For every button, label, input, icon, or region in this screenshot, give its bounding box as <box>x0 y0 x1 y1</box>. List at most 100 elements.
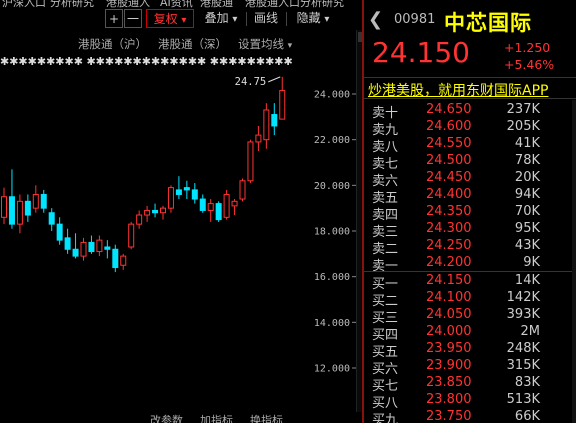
ask-volume: 20K <box>514 170 540 185</box>
candlestick-chart[interactable]: 24.000 22.000 20.000 18.000 16.000 14.000 12.0… <box>0 0 356 412</box>
ask-row: 卖十 24.650 237K <box>364 102 576 121</box>
y-tick-label: 16.000 <box>314 272 350 283</box>
ask-price: 24.650 <box>426 102 472 117</box>
kline-chart-panel[interactable]: 沪深入口 分析研究 港股通入 AI资讯 港股通 港股通入口 分析研究 + 一 复… <box>0 0 362 423</box>
ask-volume: 237K <box>506 102 540 117</box>
max-price-pointer <box>268 76 281 83</box>
y-tick-label: 24.000 <box>314 90 350 101</box>
ask-price: 24.350 <box>426 204 472 219</box>
candle-down[interactable] <box>215 203 222 221</box>
bid-price: 23.850 <box>426 375 472 390</box>
ask-price: 24.600 <box>426 119 472 134</box>
y-tick-label: 18.000 <box>314 227 350 238</box>
candle-up[interactable] <box>32 193 39 209</box>
ask-volume: 9K <box>523 255 540 270</box>
candle-down[interactable] <box>152 209 159 214</box>
bid-volume: 315K <box>506 358 540 373</box>
candle-up[interactable] <box>279 90 286 120</box>
candle-down[interactable] <box>8 196 15 225</box>
chevron-left-icon[interactable]: ❮ <box>368 9 383 30</box>
ask-row: 卖二 24.250 43K <box>364 238 576 257</box>
ask-price: 24.450 <box>426 170 472 185</box>
bid-price: 23.800 <box>426 392 472 407</box>
bid-volume: 142K <box>506 290 540 305</box>
ask-row: 卖一 24.200 9K <box>364 255 576 274</box>
ask-row: 卖七 24.500 78K <box>364 153 576 172</box>
candle-up[interactable] <box>96 239 103 253</box>
ask-volume: 95K <box>514 221 540 236</box>
candle-down[interactable] <box>40 193 47 209</box>
bid-row: 买三 24.050 393K <box>364 307 576 326</box>
candle-up[interactable] <box>247 141 254 182</box>
stock-code: 00981 <box>394 12 436 27</box>
candle-up[interactable] <box>255 134 262 143</box>
candle-up[interactable] <box>231 200 238 207</box>
candle-down[interactable] <box>112 248 119 269</box>
candle-up[interactable] <box>144 209 151 216</box>
candle-down[interactable] <box>88 241 95 253</box>
bid-label: 买九 <box>372 413 399 423</box>
promo-link[interactable]: 炒港美股，就用东财国际APP <box>368 80 548 100</box>
candle-down[interactable] <box>199 198 206 211</box>
bid-row: 买五 23.950 248K <box>364 341 576 360</box>
stock-app-window: 沪深入口 分析研究 港股通入 AI资讯 港股通 港股通入口 分析研究 + 一 复… <box>0 0 576 423</box>
candle-up[interactable] <box>128 223 135 248</box>
candle-down[interactable] <box>191 189 198 200</box>
candle-down[interactable] <box>183 187 190 191</box>
bid-volume: 393K <box>506 307 540 322</box>
candle-down[interactable] <box>24 200 31 216</box>
quote-panel: ❮ 00981 中芯国际 24.150 +1.250 +5.46% 炒港美股，就… <box>362 0 576 423</box>
ask-price: 24.400 <box>426 187 472 202</box>
ask-volume: 205K <box>506 119 540 134</box>
candle-up[interactable] <box>207 203 214 211</box>
promo-banner[interactable]: 炒港美股，就用东财国际APP <box>364 77 576 99</box>
candle-up[interactable] <box>239 180 246 200</box>
candle-down[interactable] <box>48 212 55 225</box>
candle-up[interactable] <box>80 241 87 257</box>
switch-indicator-button[interactable]: 换指标 <box>250 412 283 423</box>
y-tick-label: 14.000 <box>314 318 350 329</box>
candle-up[interactable] <box>120 255 127 266</box>
ask-volume: 41K <box>514 136 540 151</box>
bid-price: 24.150 <box>426 273 472 288</box>
ask-row: 卖三 24.300 95K <box>364 221 576 240</box>
candle-down[interactable] <box>175 189 182 195</box>
ask-row: 卖六 24.450 20K <box>364 170 576 189</box>
bid-volume: 14K <box>514 273 540 288</box>
ask-bid-divider <box>364 271 576 272</box>
candle-up[interactable] <box>167 187 174 209</box>
bid-price: 23.750 <box>426 409 472 423</box>
ask-volume: 78K <box>514 153 540 168</box>
bid-volume: 83K <box>514 375 540 390</box>
y-tick-label: 22.000 <box>314 135 350 146</box>
quote-header: ❮ 00981 中芯国际 <box>364 0 576 40</box>
ask-price: 24.300 <box>426 221 472 236</box>
bid-price: 24.050 <box>426 307 472 322</box>
ask-volume: 70K <box>514 204 540 219</box>
candle-down[interactable] <box>104 246 111 250</box>
bid-volume: 2M <box>520 324 541 339</box>
edit-params-button[interactable]: 改参数 <box>150 412 183 423</box>
bid-row: 买四 24.000 2M <box>364 324 576 343</box>
max-price-label: 24.75 <box>235 76 267 88</box>
candle-up[interactable] <box>136 214 143 225</box>
candle-up[interactable] <box>1 196 7 218</box>
indicator-bottom-strip: 改参数 加指标 换指标 <box>0 412 362 423</box>
bid-row: 买一 24.150 14K <box>364 273 576 292</box>
bid-row: 买七 23.850 83K <box>364 375 576 394</box>
candle-up[interactable] <box>223 193 230 218</box>
ask-price: 24.500 <box>426 153 472 168</box>
ask-volume: 43K <box>514 238 540 253</box>
candle-up[interactable] <box>160 207 166 214</box>
price-change-percent: +5.46% <box>504 57 555 72</box>
candle-up[interactable] <box>263 109 270 141</box>
candle-down[interactable] <box>56 223 63 241</box>
price-change: +1.250 <box>504 40 551 55</box>
quote-scrollbar[interactable] <box>572 100 576 423</box>
candle-up[interactable] <box>16 200 23 225</box>
candle-down[interactable] <box>72 248 79 257</box>
candle-down[interactable] <box>271 114 278 127</box>
bid-price: 23.950 <box>426 341 472 356</box>
add-indicator-button[interactable]: 加指标 <box>200 412 233 423</box>
candle-down[interactable] <box>64 237 71 250</box>
